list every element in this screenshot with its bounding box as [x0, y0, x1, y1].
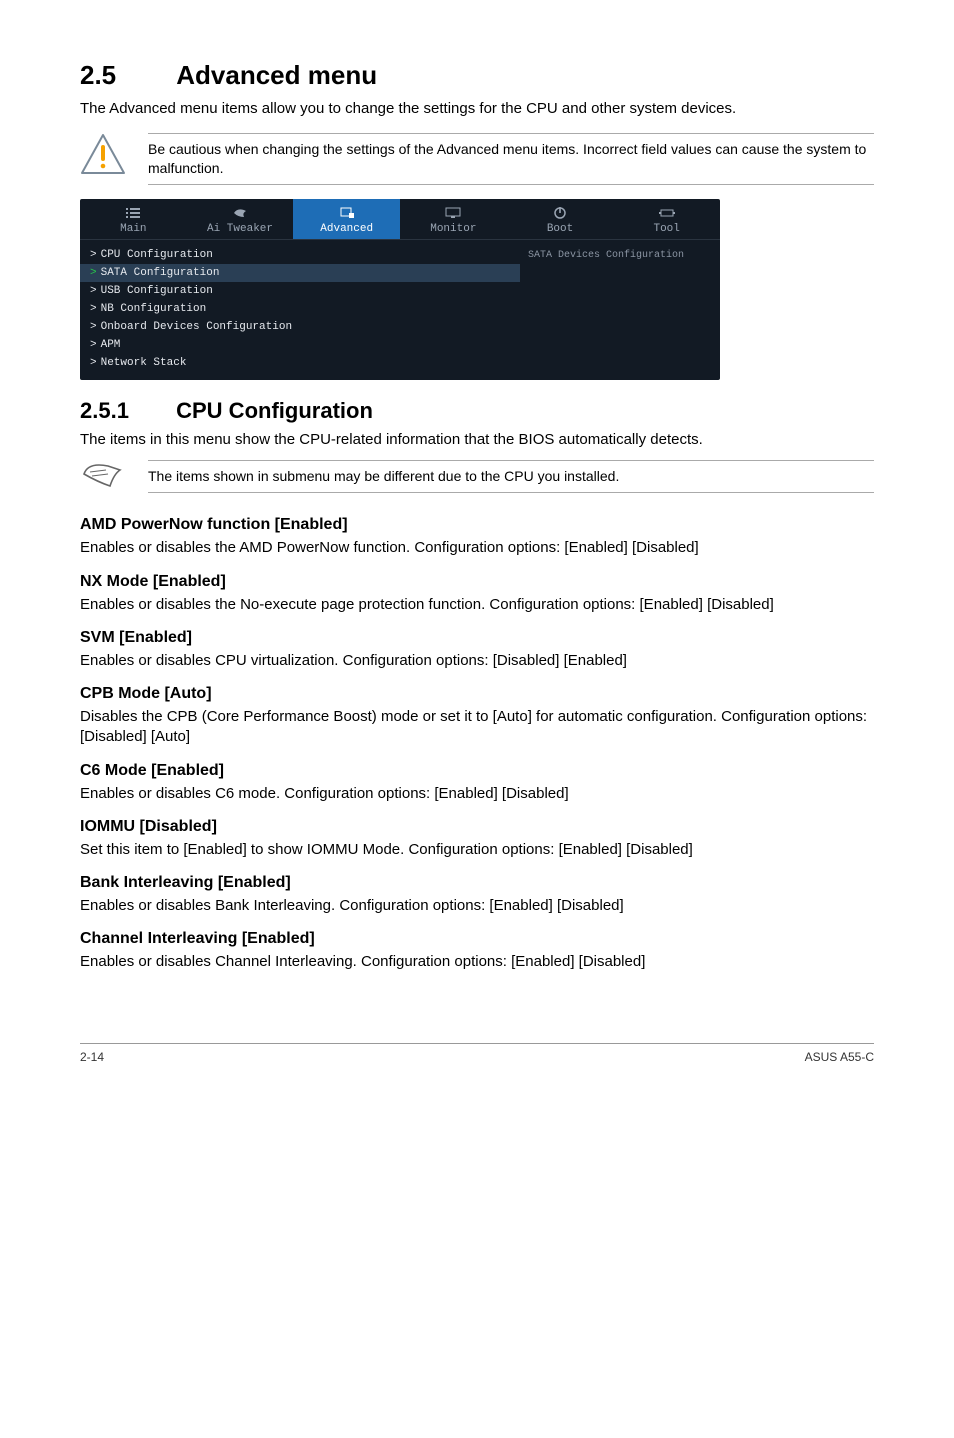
bios-menu-label: APM — [101, 339, 121, 351]
monitor-icon — [400, 205, 507, 221]
bios-menu-item[interactable]: > CPU Configuration — [80, 246, 520, 264]
bios-tab-advanced[interactable]: Advanced — [293, 199, 400, 239]
chevron-right-icon: > — [90, 267, 97, 279]
bios-tab-label: Monitor — [400, 223, 507, 235]
bios-menu-label: Onboard Devices Configuration — [101, 321, 292, 333]
footer-page-number: 2-14 — [80, 1050, 104, 1064]
power-icon — [507, 205, 614, 221]
bios-tabs: Main Ai Tweaker Advanced Monitor Boot To… — [80, 199, 720, 240]
bios-menu-label: USB Configuration — [101, 285, 213, 297]
bios-tab-boot[interactable]: Boot — [507, 199, 614, 239]
setting-heading: IOMMU [Disabled] — [80, 818, 874, 836]
footer-product: ASUS A55-C — [805, 1050, 874, 1064]
setting-body: Enables or disables Channel Interleaving… — [80, 952, 874, 972]
bios-tab-label: Boot — [507, 223, 614, 235]
chip-icon — [293, 205, 400, 221]
bios-menu-item[interactable]: > APM — [80, 336, 520, 354]
setting-body: Enables or disables C6 mode. Configurati… — [80, 784, 874, 804]
subsection-title: CPU Configuration — [176, 398, 373, 423]
subsection-intro: The items in this menu show the CPU-rela… — [80, 430, 874, 450]
subsection-heading: 2.5.1 CPU Configuration — [80, 398, 874, 424]
bios-menu-item[interactable]: > USB Configuration — [80, 282, 520, 300]
setting-body: Set this item to [Enabled] to show IOMMU… — [80, 840, 874, 860]
bios-screenshot: Main Ai Tweaker Advanced Monitor Boot To… — [80, 199, 720, 380]
warning-icon — [80, 133, 126, 175]
setting-body: Enables or disables Bank Interleaving. C… — [80, 896, 874, 916]
setting-heading: SVM [Enabled] — [80, 629, 874, 647]
bios-menu-item[interactable]: > NB Configuration — [80, 300, 520, 318]
bios-menu-item[interactable]: > Onboard Devices Configuration — [80, 318, 520, 336]
warning-callout: Be cautious when changing the settings o… — [80, 133, 874, 185]
section-number: 2.5 — [80, 60, 170, 91]
warning-text: Be cautious when changing the settings o… — [148, 133, 874, 185]
bios-tab-label: Ai Tweaker — [187, 223, 294, 235]
setting-body: Enables or disables CPU virtualization. … — [80, 651, 874, 671]
chevron-right-icon: > — [90, 357, 97, 369]
bios-menu-item-selected[interactable]: > SATA Configuration — [80, 264, 520, 282]
bios-tab-aitweaker[interactable]: Ai Tweaker — [187, 199, 294, 239]
chevron-right-icon: > — [90, 303, 97, 315]
bios-menu-label: Network Stack — [101, 357, 187, 369]
section-title: Advanced menu — [176, 60, 377, 90]
bios-help-panel: SATA Devices Configuration — [520, 240, 720, 376]
bios-tab-main[interactable]: Main — [80, 199, 187, 239]
bios-tab-monitor[interactable]: Monitor — [400, 199, 507, 239]
setting-heading: Channel Interleaving [Enabled] — [80, 930, 874, 948]
bios-tab-label: Advanced — [293, 223, 400, 235]
bios-menu-label: CPU Configuration — [101, 249, 213, 261]
subsection-number: 2.5.1 — [80, 398, 170, 424]
bios-tab-tool[interactable]: Tool — [613, 199, 720, 239]
bios-menu-label: NB Configuration — [101, 303, 207, 315]
bios-menu-item[interactable]: > Network Stack — [80, 354, 520, 372]
note-callout: The items shown in submenu may be differ… — [80, 460, 874, 502]
setting-heading: AMD PowerNow function [Enabled] — [80, 516, 874, 534]
note-text: The items shown in submenu may be differ… — [148, 460, 874, 493]
bios-tab-label: Main — [80, 223, 187, 235]
setting-heading: NX Mode [Enabled] — [80, 573, 874, 591]
bird-icon — [187, 205, 294, 221]
setting-heading: Bank Interleaving [Enabled] — [80, 874, 874, 892]
bios-tab-label: Tool — [613, 223, 720, 235]
setting-heading: C6 Mode [Enabled] — [80, 762, 874, 780]
tool-icon — [613, 205, 720, 221]
list-icon — [80, 205, 187, 221]
section-heading: 2.5 Advanced menu — [80, 60, 874, 91]
chevron-right-icon: > — [90, 339, 97, 351]
setting-body: Enables or disables the No-execute page … — [80, 595, 874, 615]
setting-body: Enables or disables the AMD PowerNow fun… — [80, 538, 874, 558]
chevron-right-icon: > — [90, 285, 97, 297]
bios-help-text: SATA Devices Configuration — [528, 250, 712, 261]
page-footer: 2-14 ASUS A55-C — [80, 1043, 874, 1064]
setting-body: Disables the CPB (Core Performance Boost… — [80, 707, 874, 748]
chevron-right-icon: > — [90, 249, 97, 261]
setting-heading: CPB Mode [Auto] — [80, 685, 874, 703]
bios-menu-list: > CPU Configuration > SATA Configuration >… — [80, 240, 520, 376]
section-intro: The Advanced menu items allow you to cha… — [80, 99, 874, 119]
chevron-right-icon: > — [90, 321, 97, 333]
note-icon — [80, 460, 126, 502]
bios-menu-label: SATA Configuration — [101, 267, 220, 279]
